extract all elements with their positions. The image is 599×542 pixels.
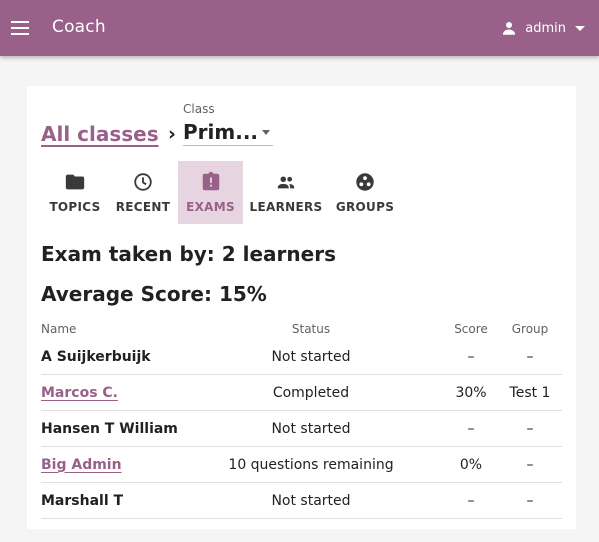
learner-status: Completed [272,384,350,401]
folder-icon [65,174,85,190]
user-menu-button[interactable]: admin [500,18,585,38]
table-row: A Suijkerbuijk Not started – – [41,339,562,375]
table-row: Hansen T William Not started – – [41,411,562,447]
user-name: admin [525,20,566,36]
tab-label: RECENT [115,200,171,214]
learner-name-link[interactable]: Big Admin [41,457,122,473]
average-score-heading: Average Score: 15% [41,282,267,306]
learner-status: Not started [271,348,351,365]
chevron-down-icon [262,130,270,135]
header-name: Name [41,322,77,336]
tab-label: TOPICS [49,200,101,214]
header-group: Group [511,322,549,336]
learner-name: A Suijkerbuijk [41,348,151,365]
learner-name: Hansen T William [41,420,178,437]
learner-name-cell: Big Admin [41,447,231,482]
breadcrumb-separator: › [168,123,176,145]
learner-status: Not started [271,492,351,509]
app-title: Coach [52,17,106,37]
learner-group: Test 1 [509,384,551,401]
tab-exams[interactable]: EXAMS [178,161,243,224]
tab-label: GROUPS [335,200,395,214]
class-select[interactable]: Prim... [183,120,273,146]
learner-group: – [526,348,534,365]
header-status: Status [291,322,331,336]
tab-label: EXAMS [186,200,235,214]
table-row: Big Admin 10 questions remaining 0% – [41,447,562,483]
learner-name-cell: Marcos C. [41,375,231,410]
class-select-label: Class [183,102,215,116]
learner-name-link[interactable]: Marcos C. [41,385,118,401]
clock-icon [134,173,152,191]
tab-recent[interactable]: RECENT [109,161,177,224]
learner-group: – [526,456,534,473]
learner-name: Marshall T [41,492,124,509]
exam-report-card: Class All classes › Prim... TOPICS RECEN… [27,86,576,529]
app-bar: Coach admin [0,0,599,56]
exam-taken-heading: Exam taken by: 2 learners [41,242,336,266]
learner-score: – [467,492,475,509]
table-row: Marcos C. Completed 30% Test 1 [41,375,562,411]
coach-tabs: TOPICS RECENT EXAMS LEARNERS GROUPS [41,161,401,224]
class-select-value: Prim... [183,120,259,144]
tab-groups[interactable]: GROUPS [332,161,398,224]
learner-score: 0% [459,456,483,473]
learner-status-table: Name Status Score Group A Suijkerbuijk N… [41,319,562,519]
learner-score: – [467,420,475,437]
exam-icon [202,171,219,191]
person-icon [503,22,516,35]
people-icon [277,176,295,189]
table-header: Name Status Score Group [41,319,562,339]
groups-icon [356,173,374,191]
chevron-down-icon [575,25,585,31]
all-classes-link[interactable]: All classes [41,122,159,146]
learner-group: – [526,420,534,437]
tab-learners[interactable]: LEARNERS [248,161,324,224]
learner-score: 30% [455,384,487,401]
header-score: Score [454,322,488,336]
learner-status: Not started [271,420,351,437]
learner-group: – [526,492,534,509]
learner-score: – [467,348,475,365]
tab-label: LEARNERS [249,200,323,214]
tab-topics[interactable]: TOPICS [41,161,109,224]
table-row: Marshall T Not started – – [41,483,562,519]
menu-icon[interactable] [10,18,30,38]
learner-status: 10 questions remaining [228,456,394,473]
